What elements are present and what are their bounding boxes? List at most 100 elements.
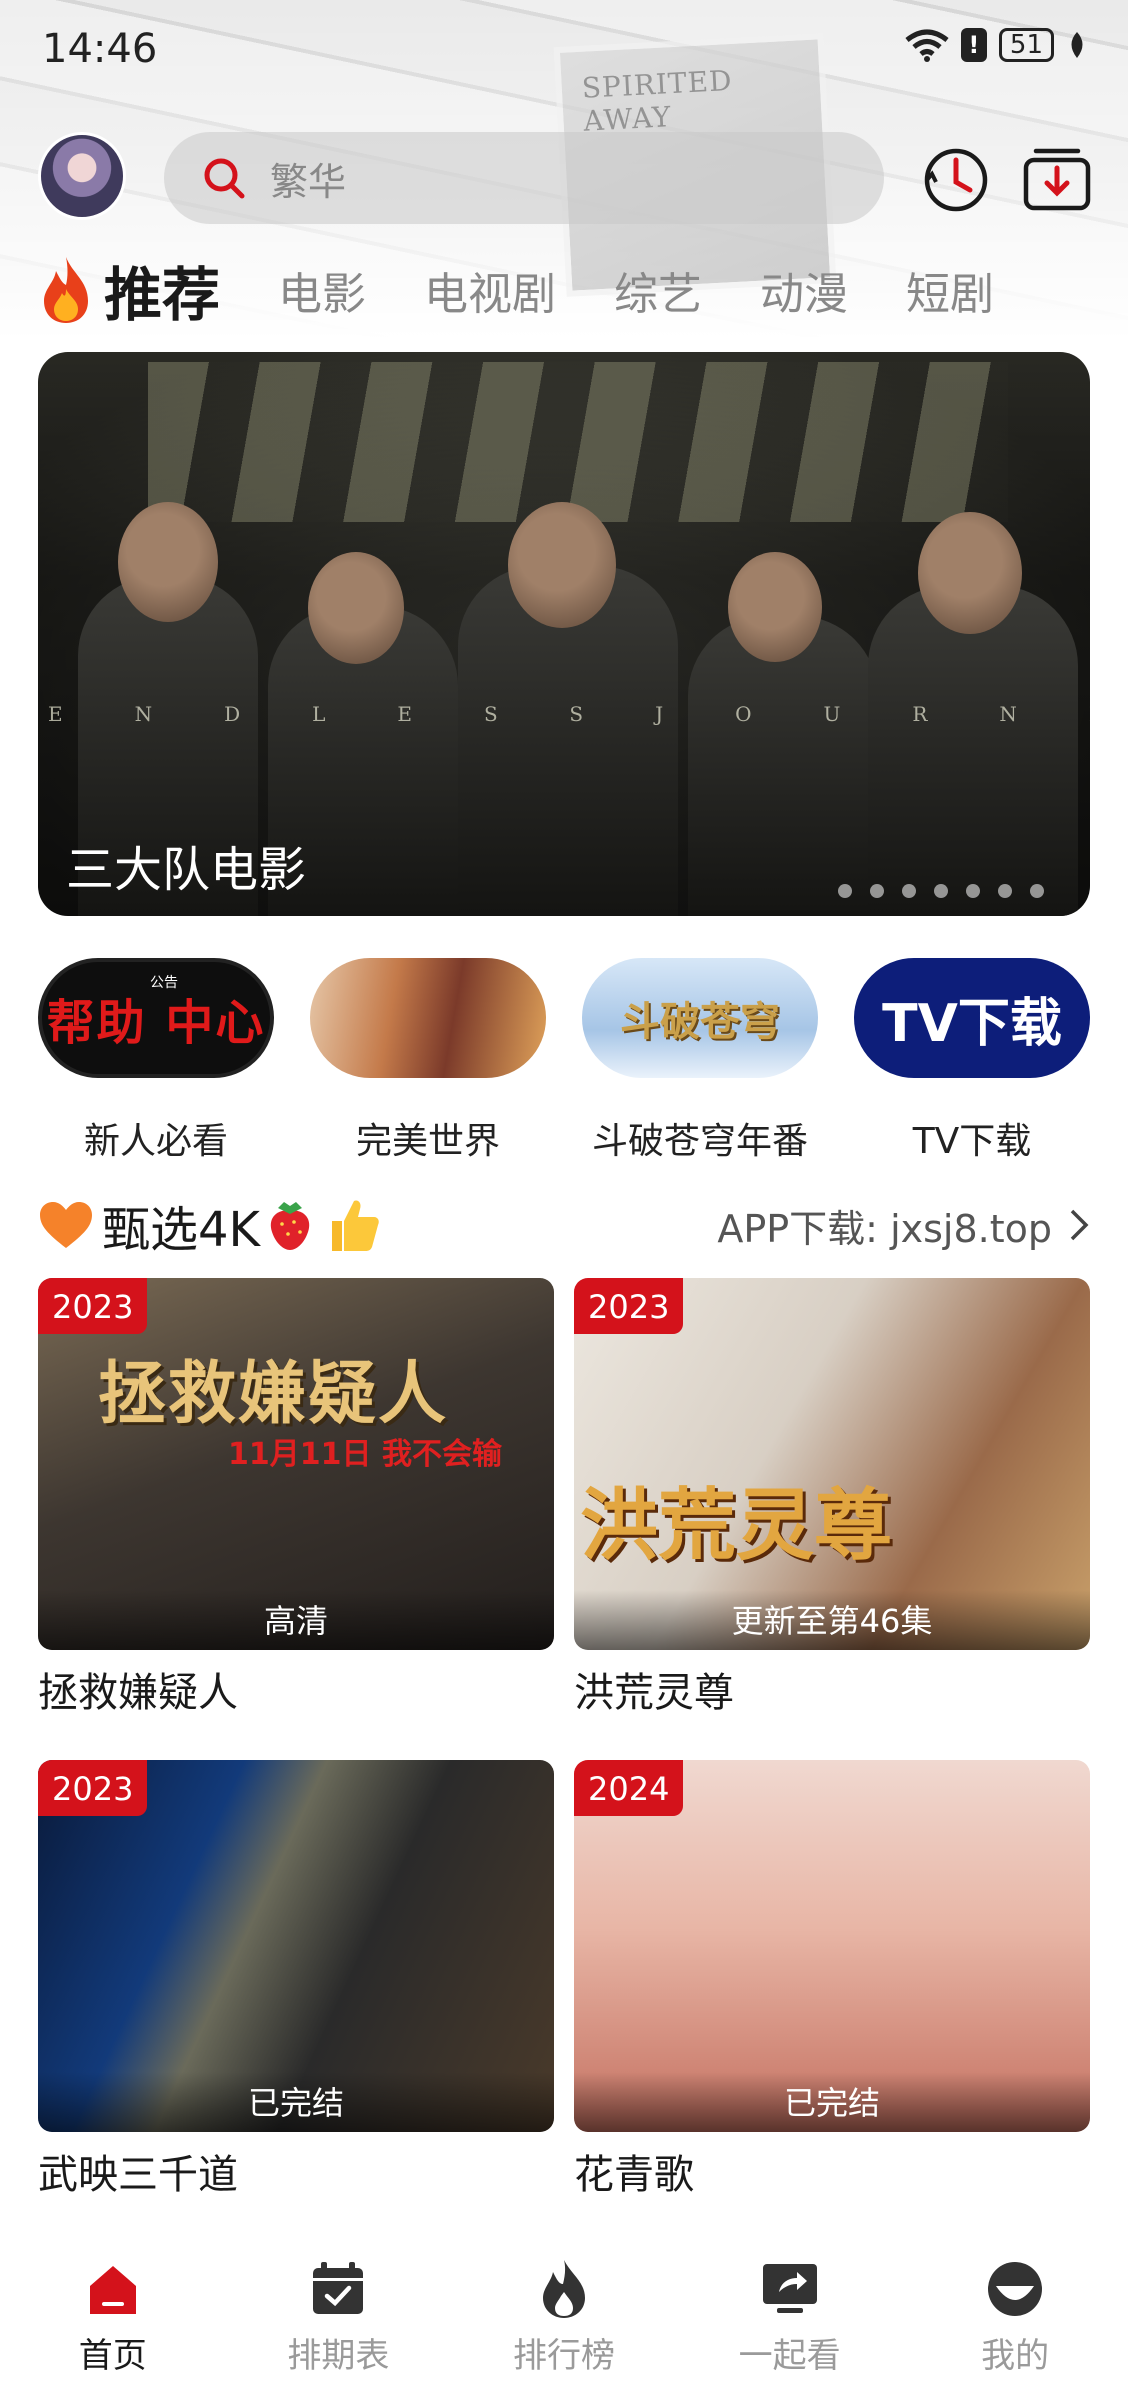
nav-profile[interactable]: 我的 bbox=[925, 2240, 1105, 2400]
poster-title-art: 洪荒灵尊 bbox=[580, 1481, 893, 1571]
flame-icon bbox=[542, 2260, 585, 2318]
tab-movie[interactable]: 电影 bbox=[278, 258, 366, 322]
battery-icon: 51 bbox=[998, 28, 1054, 62]
video-card[interactable]: 拯救嫌疑人 11月11日 我不会输 2023 高清 拯救嫌疑人 bbox=[38, 1278, 554, 1718]
poster-image: 洪荒灵尊 2023 更新至第46集 bbox=[574, 1278, 1090, 1650]
bottom-navigation: 首页 排期表 排行榜 一起看 我的 bbox=[0, 2240, 1128, 2400]
banner-figure-head bbox=[308, 552, 404, 664]
category-tabs: 推荐 电影 电视剧 综艺 动漫 短剧 bbox=[38, 250, 1052, 330]
tab-label: 推荐 bbox=[104, 261, 221, 329]
banner-title-art bbox=[148, 362, 1008, 522]
status-time: 14:46 bbox=[42, 26, 158, 72]
portal-image-text: 帮助 中心 bbox=[46, 995, 266, 1051]
status-icons: ! 51 bbox=[905, 28, 1088, 62]
pagination-dot[interactable] bbox=[902, 884, 916, 898]
banner-figure-head bbox=[118, 502, 218, 622]
tab-tv-series[interactable]: 电视剧 bbox=[424, 258, 556, 322]
portal-image: TV下载 bbox=[854, 958, 1090, 1078]
portal-image-text: 斗破苍穹 bbox=[620, 998, 780, 1045]
nav-label: 一起看 bbox=[738, 2336, 841, 2376]
video-title: 花青歌 bbox=[574, 2152, 694, 2198]
app-download-link[interactable]: APP下载: jxsj8.top bbox=[717, 1198, 1090, 1253]
banner-figure-head bbox=[918, 512, 1022, 634]
history-icon[interactable] bbox=[922, 146, 990, 214]
nav-label: 排期表 bbox=[287, 2336, 390, 2376]
portal-label: 斗破苍穹年番 bbox=[591, 1121, 808, 1162]
video-card[interactable]: 2024 已完结 花青歌 bbox=[574, 1760, 1090, 2200]
portal-perfect-world[interactable]: 完美世界 bbox=[310, 958, 546, 1164]
chevron-right-icon bbox=[1070, 1209, 1089, 1241]
nav-label: 排行榜 bbox=[512, 2336, 615, 2376]
poster-tagline: 11月11日 我不会输 bbox=[228, 1437, 502, 1472]
status-bar: 14:46 ! 51 bbox=[0, 0, 1128, 100]
strawberry-icon bbox=[270, 1202, 310, 1250]
year-badge: 2024 bbox=[574, 1760, 684, 1816]
pagination-dot[interactable] bbox=[998, 884, 1012, 898]
poster-image: 2023 已完结 bbox=[38, 1760, 554, 2132]
portal-newcomer[interactable]: 公告 帮助 中心 新人必看 bbox=[38, 958, 274, 1164]
pagination-dot[interactable] bbox=[934, 884, 948, 898]
video-title: 洪荒灵尊 bbox=[574, 1670, 734, 1716]
video-card[interactable]: 2023 已完结 武映三千道 bbox=[38, 1760, 554, 2200]
wifi-icon bbox=[905, 29, 949, 62]
pagination-dot[interactable] bbox=[838, 884, 852, 898]
poster-grid: 拯救嫌疑人 11月11日 我不会输 2023 高清 拯救嫌疑人 洪荒灵尊 202… bbox=[38, 1278, 1090, 2200]
year-badge: 2023 bbox=[38, 1278, 148, 1334]
nav-label: 首页 bbox=[78, 2336, 147, 2376]
nav-ranking[interactable]: 排行榜 bbox=[474, 2240, 654, 2400]
download-icon[interactable] bbox=[1022, 146, 1092, 212]
search-bar[interactable]: 繁华 bbox=[164, 132, 884, 224]
pagination-dot[interactable] bbox=[966, 884, 980, 898]
search-placeholder: 繁华 bbox=[270, 159, 347, 204]
status-badge: 已完结 bbox=[574, 2072, 1090, 2132]
nav-watch-together[interactable]: 一起看 bbox=[700, 2240, 880, 2400]
banner-overlay-text: ENDLESSJOURNEY bbox=[48, 702, 1090, 726]
pagination-dot[interactable] bbox=[1030, 884, 1044, 898]
year-badge: 2023 bbox=[574, 1278, 684, 1334]
section-title: 甄选4K bbox=[38, 1190, 380, 1260]
poster-image: 拯救嫌疑人 11月11日 我不会输 2023 高清 bbox=[38, 1278, 554, 1650]
banner-figure-head bbox=[508, 502, 616, 628]
banner-pagination bbox=[838, 884, 1044, 898]
quality-badge: 高清 bbox=[38, 1590, 554, 1650]
quick-links: 公告 帮助 中心 新人必看 完美世界 斗破苍穹 斗破苍穹年番 TV下载 TV下载 bbox=[38, 958, 1090, 1164]
portal-image: 公告 帮助 中心 bbox=[38, 958, 274, 1078]
pagination-dot[interactable] bbox=[870, 884, 884, 898]
watch-together-icon bbox=[762, 2264, 817, 2313]
tab-recommend[interactable]: 推荐 bbox=[38, 248, 220, 332]
portal-label: TV下载 bbox=[912, 1121, 1032, 1162]
banner-figure bbox=[868, 586, 1078, 916]
video-card[interactable]: 洪荒灵尊 2023 更新至第46集 洪荒灵尊 bbox=[574, 1278, 1090, 1718]
calendar-icon bbox=[313, 2262, 364, 2314]
video-title: 拯救嫌疑人 bbox=[38, 1670, 238, 1716]
portal-tv-download[interactable]: TV下载 TV下载 bbox=[854, 958, 1090, 1164]
poster-image: 2024 已完结 bbox=[574, 1760, 1090, 2132]
nav-home[interactable]: 首页 bbox=[23, 2240, 203, 2400]
episode-badge: 更新至第46集 bbox=[574, 1590, 1090, 1650]
avatar[interactable] bbox=[38, 132, 126, 220]
nav-schedule[interactable]: 排期表 bbox=[248, 2240, 428, 2400]
portal-dpcq[interactable]: 斗破苍穹 斗破苍穹年番 bbox=[582, 958, 818, 1164]
home-icon bbox=[89, 2266, 136, 2314]
hero-banner[interactable]: ENDLESSJOURNEY 三大队电影 bbox=[38, 352, 1090, 916]
section-title-text: 甄选4K bbox=[102, 1202, 261, 1258]
battery-level: 51 bbox=[1009, 30, 1043, 60]
portal-tag: 公告 bbox=[150, 975, 178, 991]
alert-icon: ! bbox=[960, 28, 987, 62]
flame-icon bbox=[44, 257, 88, 323]
search-icon bbox=[204, 158, 245, 199]
portal-label: 新人必看 bbox=[83, 1121, 228, 1162]
tab-anime[interactable]: 动漫 bbox=[760, 258, 848, 322]
portal-image: 斗破苍穹 bbox=[582, 958, 818, 1078]
banner-caption: 三大队电影 bbox=[66, 842, 307, 898]
status-badge: 已完结 bbox=[38, 2072, 554, 2132]
profile-icon bbox=[988, 2262, 1043, 2316]
tab-short-drama[interactable]: 短剧 bbox=[906, 258, 994, 322]
heart-icon bbox=[40, 1202, 92, 1248]
video-title: 武映三千道 bbox=[38, 2152, 238, 2198]
app-download-text: APP下载: jxsj8.top bbox=[717, 1206, 1052, 1251]
tab-variety[interactable]: 综艺 bbox=[614, 258, 702, 322]
year-badge: 2023 bbox=[38, 1760, 148, 1816]
portal-image bbox=[310, 958, 546, 1078]
section-header: 甄选4K APP下载: jxsj8.top bbox=[38, 1190, 1090, 1260]
